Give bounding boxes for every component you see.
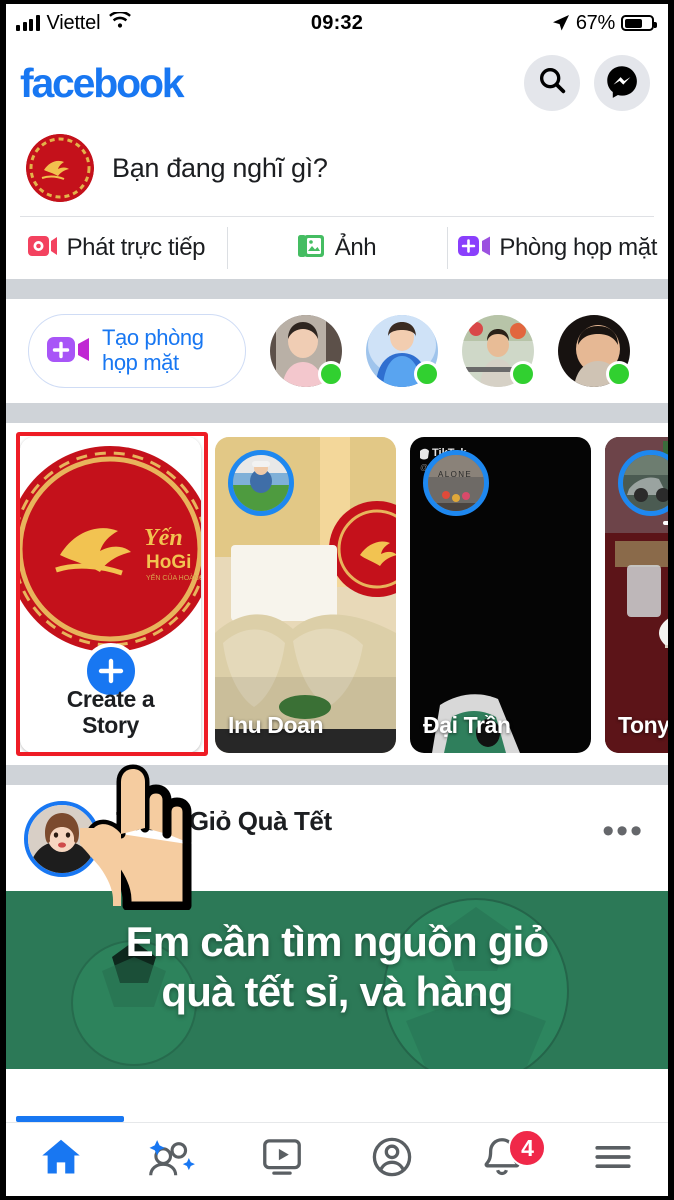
story-author-name: Inu Doan xyxy=(228,712,324,738)
watch-icon xyxy=(259,1135,305,1184)
menu-icon xyxy=(590,1135,636,1184)
status-bar-left: Viettel xyxy=(16,10,132,35)
online-indicator xyxy=(414,361,440,387)
nav-menu[interactable] xyxy=(558,1123,668,1196)
post-caption-line1: Em cần tìm nguồn giỏ xyxy=(125,918,549,965)
room-avatar-4[interactable] xyxy=(558,315,632,387)
location-arrow-icon xyxy=(552,14,570,32)
plus-icon xyxy=(96,656,126,686)
battery-icon xyxy=(621,15,657,31)
messenger-button[interactable] xyxy=(594,55,650,111)
messenger-icon xyxy=(605,64,639,103)
online-indicator xyxy=(318,361,344,387)
post-caption-line2: quà tết sỉ, và hàng xyxy=(161,967,513,1015)
stories-list: Yến HoGi YẾN CỦA HOÀNG GIA Create a Stor… xyxy=(20,437,668,753)
signal-bars-icon xyxy=(16,15,40,31)
create-story-label-line2: Story xyxy=(82,712,139,739)
story-card[interactable]: Inu Doan xyxy=(215,437,396,753)
room-avatar-3[interactable] xyxy=(462,315,536,387)
triangle-right-icon xyxy=(163,811,179,832)
home-icon xyxy=(38,1135,84,1184)
photo-button[interactable]: Ảnh xyxy=(226,217,448,279)
story-author-name: Tony N xyxy=(618,712,668,738)
wifi-icon xyxy=(108,10,132,35)
room-avatar-1[interactable] xyxy=(270,315,344,387)
svg-text:ALONE: ALONE xyxy=(438,470,472,479)
photo-label: Ảnh xyxy=(334,234,377,261)
online-indicator xyxy=(606,361,632,387)
live-video-icon xyxy=(27,235,58,262)
post-group-name[interactable]: Giỏ Quà Tết xyxy=(189,806,332,837)
create-story-thumbnail: Yến HoGi YẾN CỦA HOÀNG GIA xyxy=(20,437,201,661)
notifications-badge: 4 xyxy=(508,1129,547,1167)
post-composer[interactable]: Bạn đang nghĩ gì? xyxy=(6,124,668,216)
section-separator-3 xyxy=(6,765,668,785)
story-card[interactable]: Tony N xyxy=(605,437,668,753)
section-separator-2 xyxy=(6,403,668,423)
room-label: Phòng họp mặt xyxy=(499,234,657,261)
live-video-button[interactable]: Phát trực tiếp xyxy=(6,217,227,279)
create-story-label: Create a Story xyxy=(20,686,201,739)
create-room-label: Tạo phòng họp mặt xyxy=(102,326,204,375)
search-icon xyxy=(537,65,568,101)
video-room-icon xyxy=(47,334,91,369)
facebook-logo: facebook xyxy=(20,59,185,106)
post-meta: Tất Giỏ Quà Tết xyxy=(116,806,586,872)
post-author-name[interactable]: Tất xyxy=(116,806,154,837)
video-room-icon xyxy=(458,235,491,262)
nav-friends[interactable] xyxy=(116,1123,226,1196)
rooms-row: Tạo phòng họp mặt xyxy=(6,299,668,403)
globe-icon xyxy=(124,843,148,872)
live-video-label: Phát trực tiếp xyxy=(66,234,206,261)
room-avatar-2[interactable] xyxy=(366,315,440,387)
story-card[interactable]: TikTok @ngo... ALONE Đại Trần xyxy=(410,437,591,753)
svg-text:HoGi: HoGi xyxy=(146,552,191,573)
create-room-button[interactable]: Tạo phòng họp mặt xyxy=(28,314,246,388)
active-tab-indicator xyxy=(16,1116,124,1122)
story-author-avatar[interactable]: ALONE xyxy=(423,450,489,516)
carrier-label: Viettel xyxy=(46,11,101,34)
create-story-card[interactable]: Yến HoGi YẾN CỦA HOÀNG GIA Create a Stor… xyxy=(20,437,201,753)
photo-icon xyxy=(297,233,326,264)
story-author-avatar[interactable] xyxy=(228,450,294,516)
post-title-row: Tất Giỏ Quà Tết xyxy=(116,806,586,837)
bottom-navigation: 4 xyxy=(6,1116,668,1196)
nav-home[interactable] xyxy=(6,1123,116,1196)
phone-frame: Viettel 09:32 67% facebook Bạn đang nghĩ… xyxy=(0,0,674,1200)
post-image[interactable]: Em cần tìm nguồn giỏ quà tết sỉ, và hàng xyxy=(6,891,668,1069)
online-indicator xyxy=(510,361,536,387)
status-bar: Viettel 09:32 67% xyxy=(6,4,668,42)
room-button[interactable]: Phòng họp mặt xyxy=(447,217,668,279)
header-actions xyxy=(524,55,650,111)
post-caption: Em cần tìm nguồn giỏ quà tết sỉ, và hàng xyxy=(6,917,668,1016)
nav-profile[interactable] xyxy=(337,1123,447,1196)
composer-avatar[interactable] xyxy=(26,134,94,202)
status-bar-right: 67% xyxy=(552,11,657,35)
create-room-label-line1: Tạo phòng xyxy=(102,325,204,351)
nav-notifications[interactable]: 4 xyxy=(447,1123,557,1196)
battery-percent-label: 67% xyxy=(575,11,615,34)
composer-placeholder: Bạn đang nghĩ gì? xyxy=(112,152,328,183)
section-separator-1 xyxy=(6,279,668,299)
phone-screen: Viettel 09:32 67% facebook Bạn đang nghĩ… xyxy=(6,4,668,1196)
stories-carousel[interactable]: Yến HoGi YẾN CỦA HOÀNG GIA Create a Stor… xyxy=(6,423,668,765)
post-more-options-button[interactable]: ••• xyxy=(602,814,650,853)
app-header: facebook xyxy=(6,42,668,124)
composer-action-row: Phát trực tiếp Ảnh Phòng họp mặt xyxy=(6,217,668,279)
create-story-label-line1: Create a xyxy=(66,685,155,712)
svg-text:Yến: Yến xyxy=(144,525,183,551)
friends-icon xyxy=(145,1135,197,1184)
create-room-label-line2: họp mặt xyxy=(102,350,179,375)
post-subtitle-row xyxy=(116,843,586,872)
post-header: Tất Giỏ Quà Tết ••• xyxy=(6,785,668,891)
story-author-name: Đại Trần xyxy=(423,712,511,738)
post-author-avatar[interactable] xyxy=(24,801,100,877)
profile-icon xyxy=(369,1135,415,1184)
nav-watch[interactable] xyxy=(227,1123,337,1196)
search-button[interactable] xyxy=(524,55,580,111)
